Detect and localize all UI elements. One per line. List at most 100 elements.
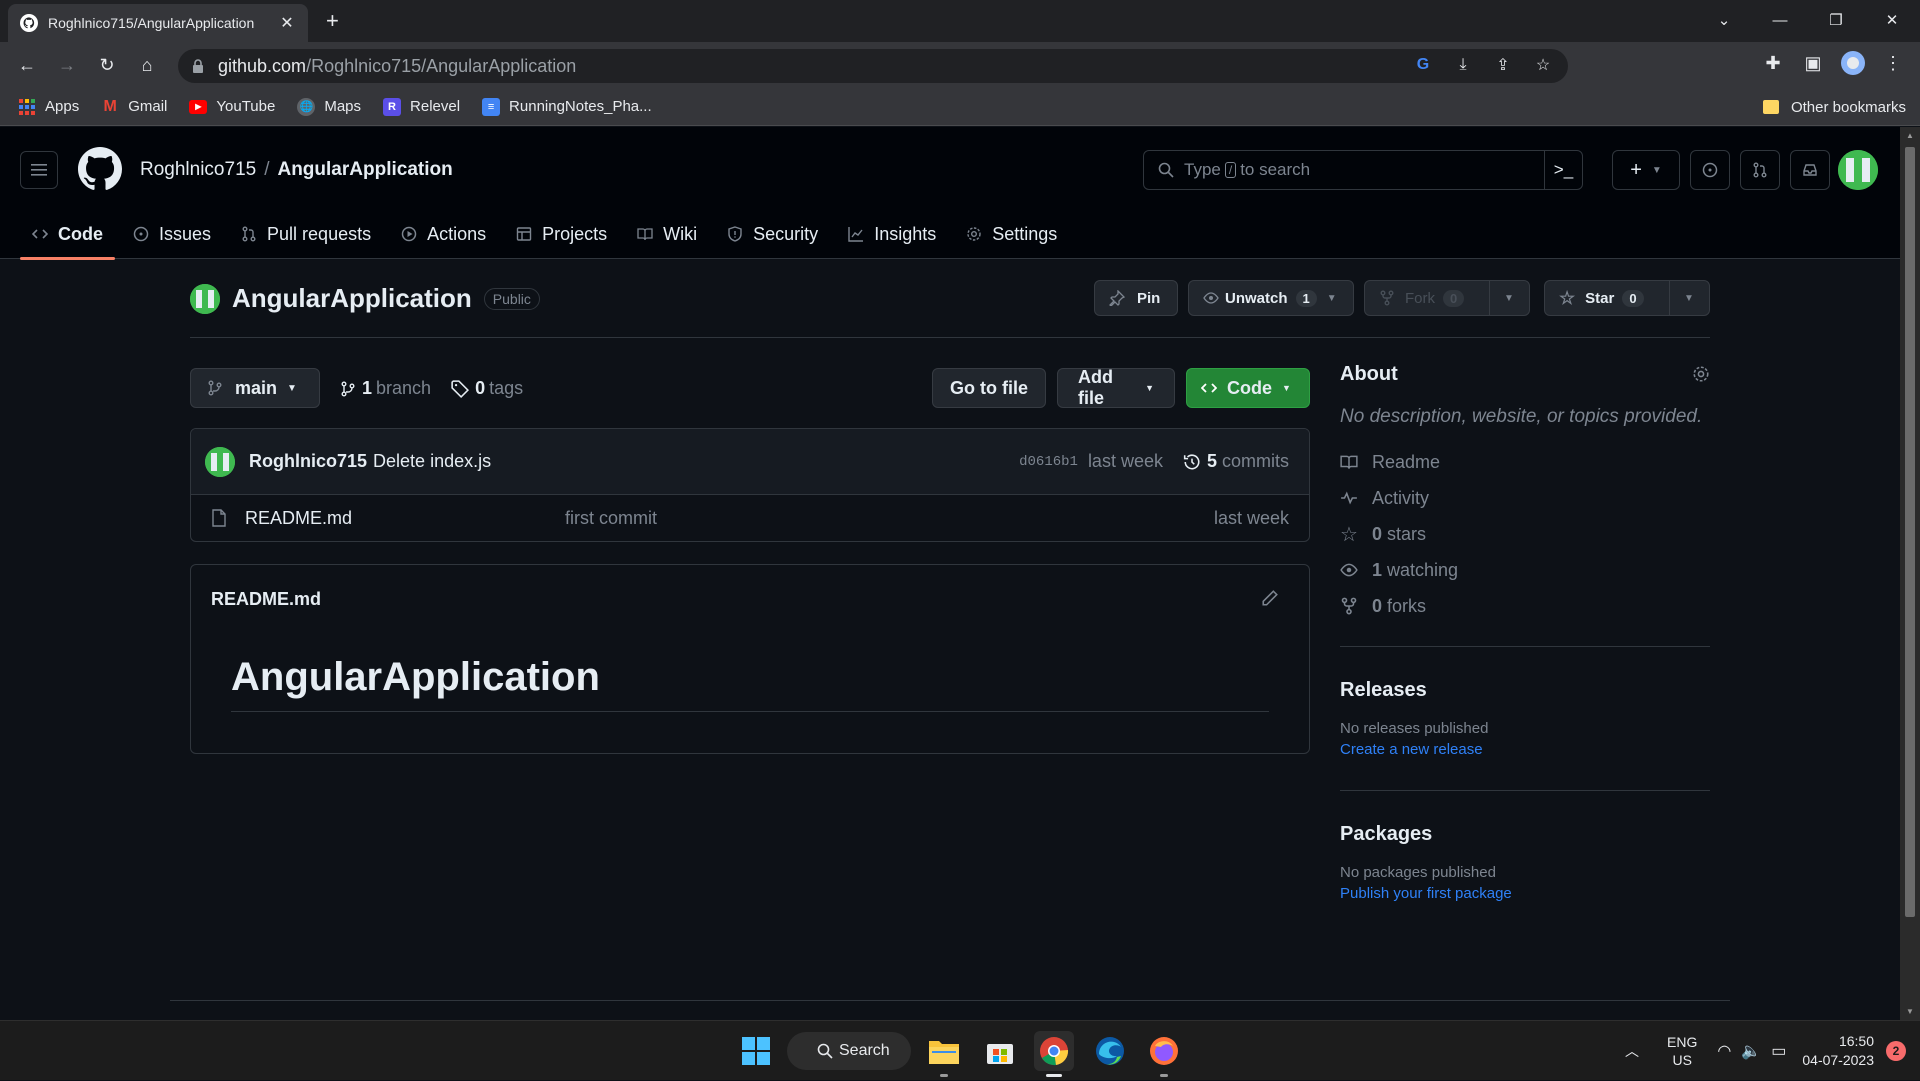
- tab-projects[interactable]: Projects: [504, 209, 619, 259]
- user-avatar[interactable]: [1838, 150, 1878, 190]
- owner-link[interactable]: Roghlnico715: [140, 159, 256, 180]
- tab-actions[interactable]: Actions: [389, 209, 498, 259]
- bookmark-runningnotes[interactable]: ≡ RunningNotes_Pha...: [482, 97, 652, 116]
- back-icon[interactable]: ←: [14, 52, 40, 78]
- volume-icon[interactable]: 🔈: [1741, 1041, 1761, 1061]
- about-sidebar: About No description, website, or topics…: [1340, 360, 1710, 902]
- watching-link[interactable]: 1 watching: [1340, 552, 1710, 588]
- owner-avatar[interactable]: [190, 283, 220, 314]
- new-tab-icon[interactable]: +: [326, 8, 339, 34]
- issues-icon[interactable]: [1690, 150, 1730, 190]
- minimize-icon[interactable]: —: [1752, 0, 1808, 40]
- forks-link[interactable]: 0 forks: [1340, 588, 1710, 624]
- scroll-up-icon[interactable]: ▲: [1906, 131, 1914, 140]
- create-new-button[interactable]: + ▼: [1612, 150, 1680, 190]
- language-indicator[interactable]: ENG US: [1667, 1033, 1697, 1069]
- file-explorer-icon[interactable]: [924, 1031, 964, 1071]
- commit-author[interactable]: Roghlnico715: [249, 451, 367, 472]
- wifi-icon[interactable]: ◠: [1717, 1041, 1731, 1061]
- releases-title[interactable]: Releases: [1340, 679, 1710, 702]
- browser-menu-icon[interactable]: ⋮: [1880, 50, 1906, 76]
- commit-author-avatar[interactable]: [205, 446, 235, 477]
- restore-icon[interactable]: ❐: [1808, 0, 1864, 40]
- firefox-icon[interactable]: [1144, 1031, 1184, 1071]
- stars-link[interactable]: ☆ 0 stars: [1340, 516, 1710, 552]
- search-input[interactable]: Type / to search >_: [1143, 150, 1583, 190]
- commit-sha[interactable]: d0616b1: [1019, 454, 1078, 470]
- reload-icon[interactable]: ↻: [94, 52, 120, 78]
- share-icon[interactable]: ⇪: [1492, 54, 1514, 76]
- github-logo-icon[interactable]: [78, 147, 122, 191]
- code-button[interactable]: Code ▼: [1186, 368, 1310, 408]
- bookmark-youtube[interactable]: ▶ YouTube: [189, 98, 275, 115]
- create-release-link[interactable]: Create a new release: [1340, 741, 1710, 758]
- command-palette-icon[interactable]: >_: [1544, 151, 1582, 189]
- add-file-button[interactable]: Add file ▼: [1057, 367, 1175, 408]
- inbox-icon[interactable]: [1790, 150, 1830, 190]
- tab-code[interactable]: Code: [20, 209, 115, 260]
- tab-settings[interactable]: Settings: [954, 209, 1069, 259]
- install-icon[interactable]: ⤓: [1452, 54, 1474, 76]
- bookmark-gmail[interactable]: M Gmail: [101, 98, 168, 116]
- extensions-icon[interactable]: ✚: [1760, 50, 1786, 76]
- edge-icon[interactable]: [1090, 1031, 1130, 1071]
- home-icon[interactable]: ⌂: [134, 52, 160, 78]
- pin-button[interactable]: Pin: [1094, 280, 1178, 316]
- readme-filename[interactable]: README.md: [211, 589, 321, 610]
- page-scrollbar[interactable]: ▲ ▼: [1900, 127, 1920, 1020]
- forward-icon[interactable]: →: [54, 52, 80, 78]
- gear-icon[interactable]: [1692, 365, 1710, 383]
- other-bookmarks[interactable]: Other bookmarks: [1762, 88, 1906, 126]
- branch-select[interactable]: main ▼: [190, 368, 320, 408]
- pull-requests-icon[interactable]: [1740, 150, 1780, 190]
- tab-insights[interactable]: Insights: [836, 209, 948, 259]
- bookmark-apps[interactable]: Apps: [18, 98, 79, 116]
- readme-link[interactable]: Readme: [1340, 444, 1710, 480]
- activity-link[interactable]: Activity: [1340, 480, 1710, 516]
- side-panel-icon[interactable]: ▣: [1800, 50, 1826, 76]
- bookmark-relevel[interactable]: R Relevel: [383, 97, 460, 116]
- repo-link[interactable]: AngularApplication: [277, 159, 452, 180]
- tab-wiki[interactable]: Wiki: [625, 209, 709, 259]
- file-commit-message[interactable]: first commit: [565, 508, 657, 529]
- hamburger-menu-icon[interactable]: [20, 151, 58, 189]
- bookmark-maps[interactable]: 🌐 Maps: [297, 97, 361, 116]
- publish-package-link[interactable]: Publish your first package: [1340, 885, 1710, 902]
- clock[interactable]: 16:50 04-07-2023: [1802, 1032, 1874, 1070]
- branches-link[interactable]: 1 branch: [340, 378, 431, 399]
- commits-link[interactable]: 5 commits: [1183, 451, 1289, 472]
- browser-tab[interactable]: Roghlnico715/AngularApplication ✕: [8, 4, 308, 42]
- tab-pull-requests[interactable]: Pull requests: [229, 209, 383, 259]
- chrome-icon[interactable]: [1034, 1031, 1074, 1071]
- tab-security[interactable]: Security: [715, 209, 830, 259]
- close-tab-icon[interactable]: ✕: [278, 13, 296, 33]
- scrollbar-thumb[interactable]: [1905, 147, 1915, 917]
- windows-start-icon[interactable]: [736, 1031, 776, 1071]
- tags-link[interactable]: 0 tags: [451, 378, 523, 399]
- unwatch-button[interactable]: Unwatch 1 ▼: [1188, 280, 1354, 316]
- battery-icon[interactable]: ▭: [1771, 1041, 1786, 1061]
- file-name[interactable]: README.md: [245, 508, 565, 529]
- address-bar[interactable]: github.com/Roghlnico715/AngularApplicati…: [178, 49, 1568, 83]
- fork-button[interactable]: Fork 0 ▼: [1364, 280, 1530, 316]
- google-icon[interactable]: G: [1412, 54, 1434, 76]
- taskbar-search[interactable]: Search: [787, 1032, 911, 1070]
- tab-label: Pull requests: [267, 223, 372, 244]
- microsoft-store-icon[interactable]: [980, 1031, 1020, 1071]
- packages-title[interactable]: Packages: [1340, 823, 1710, 846]
- chevron-down-icon[interactable]: ▼: [1684, 293, 1694, 304]
- chevron-down-icon[interactable]: ▼: [1504, 293, 1514, 304]
- go-to-file-button[interactable]: Go to file: [932, 368, 1046, 408]
- close-window-icon[interactable]: ✕: [1864, 0, 1920, 40]
- tab-issues[interactable]: Issues: [121, 209, 223, 259]
- tab-search-icon[interactable]: ⌄: [1696, 0, 1752, 40]
- star-button[interactable]: ☆ Star 0 ▼: [1544, 280, 1710, 316]
- profile-avatar-icon[interactable]: [1840, 50, 1866, 76]
- chevron-up-icon[interactable]: ︿: [1625, 1041, 1639, 1061]
- notification-badge[interactable]: 2: [1886, 1041, 1906, 1061]
- bookmark-star-icon[interactable]: ☆: [1532, 54, 1554, 76]
- commit-message[interactable]: Delete index.js: [373, 451, 491, 472]
- pencil-icon[interactable]: [1261, 589, 1279, 607]
- scroll-down-icon[interactable]: ▼: [1906, 1007, 1914, 1016]
- repo-name[interactable]: AngularApplication: [232, 283, 472, 314]
